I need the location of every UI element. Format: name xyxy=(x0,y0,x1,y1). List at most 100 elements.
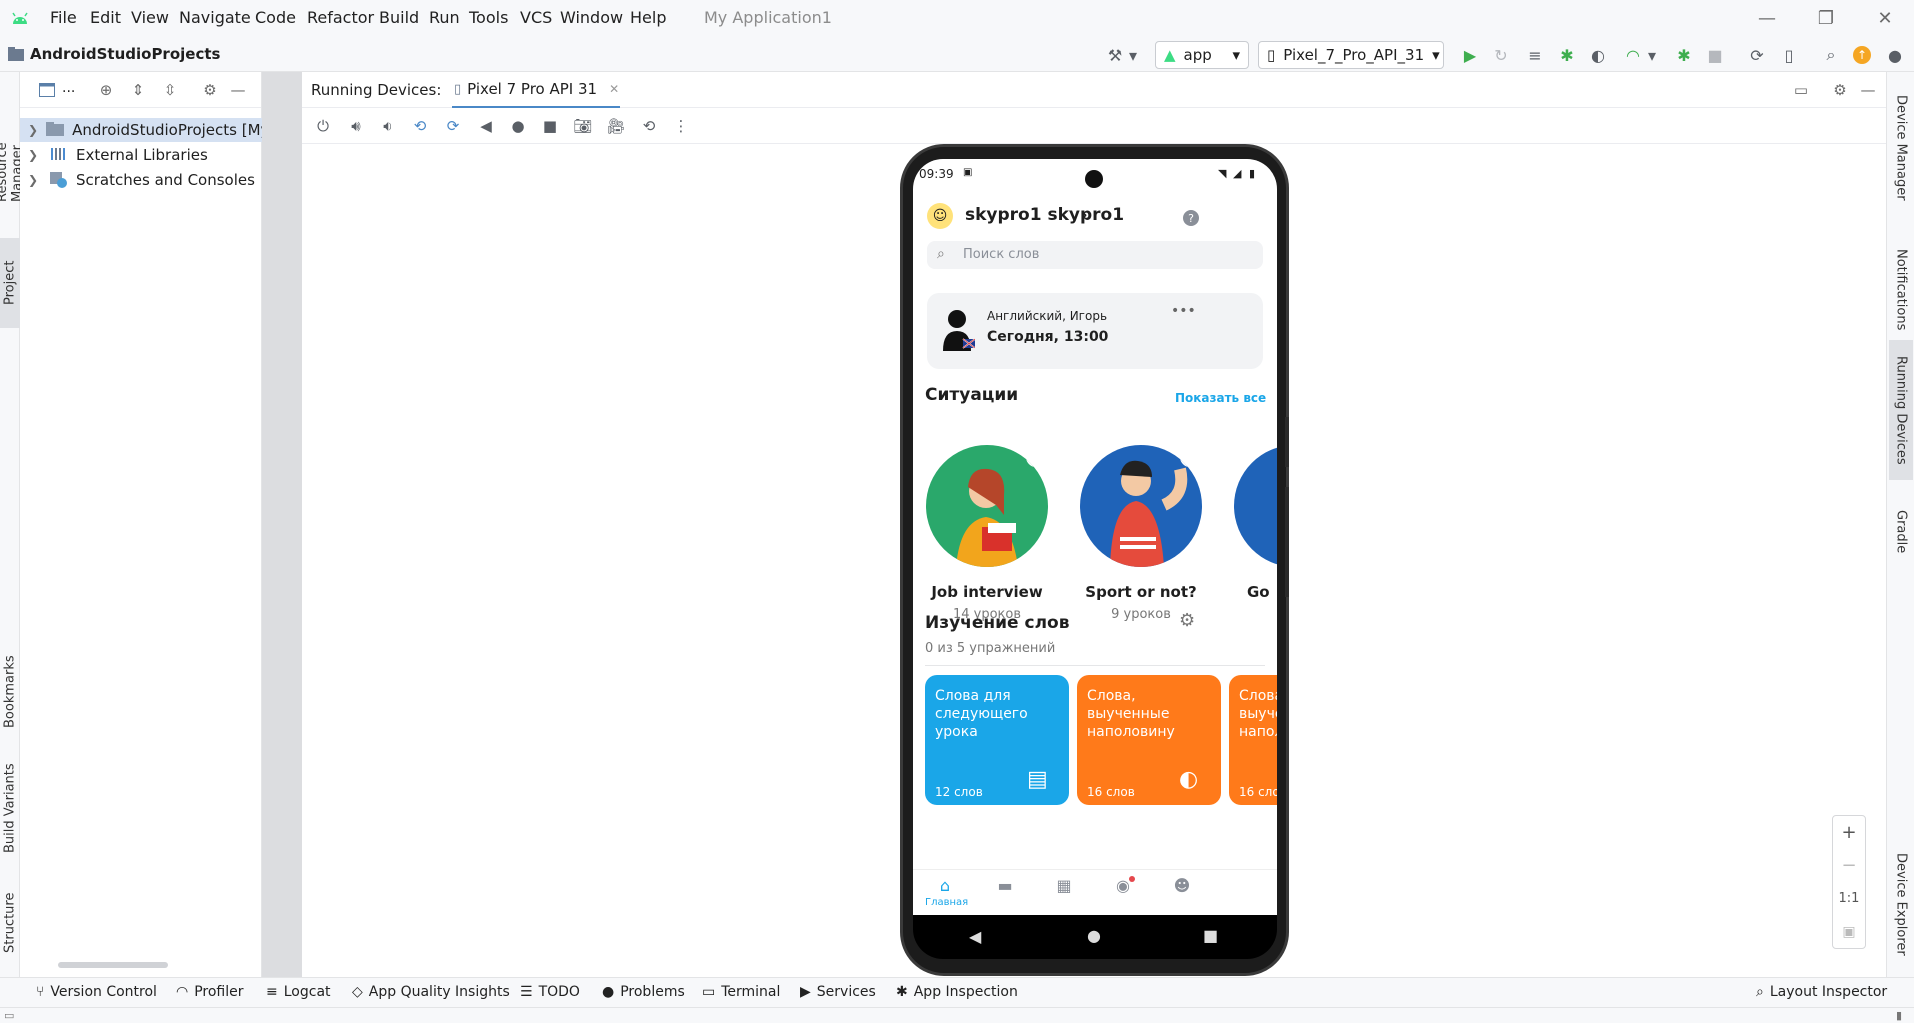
build-hammer-icon[interactable]: ⚒ xyxy=(1104,44,1126,66)
menu-build[interactable]: Build xyxy=(379,8,419,27)
search-input[interactable]: ⌕ Поиск слов xyxy=(927,241,1263,269)
debug-icon[interactable]: ✱ xyxy=(1556,44,1578,66)
device-screen[interactable]: 09:39 ▣ ◥ ◢ ▮ ☺ skypro1 skypro1 › ? ⌕ По… xyxy=(913,159,1277,915)
attach-process-icon[interactable]: ✱ xyxy=(1673,44,1695,66)
nav-calendar[interactable]: ▦ xyxy=(1044,876,1084,895)
show-all-link[interactable]: Показать все xyxy=(1175,391,1266,405)
sync-gradle-icon[interactable]: ⟳ xyxy=(1746,44,1768,66)
menu-navigate[interactable]: Navigate xyxy=(179,8,251,27)
chevron-right-icon[interactable]: ❯ xyxy=(28,148,42,162)
chevron-right-icon[interactable]: ❯ xyxy=(28,123,38,137)
tool-app-inspection[interactable]: ✱ App Inspection xyxy=(896,984,1018,1000)
close-icon[interactable]: ✕ xyxy=(1870,6,1900,30)
close-tab-icon[interactable]: ✕ xyxy=(609,82,619,96)
tree-item-scratches[interactable]: ❯ Scratches and Consoles xyxy=(20,168,262,192)
tool-tab-notifications[interactable]: Notifications xyxy=(1891,234,1911,346)
nav-courses[interactable]: ▬ xyxy=(985,876,1025,895)
chevron-down-icon[interactable]: ▾ xyxy=(1126,44,1140,66)
more-icon[interactable]: ••• xyxy=(1171,303,1196,319)
rotate-left-icon[interactable]: ⟲ xyxy=(409,115,431,137)
more-options-icon[interactable]: ⋮ xyxy=(670,115,692,137)
menu-edit[interactable]: Edit xyxy=(90,8,121,27)
project-breadcrumb[interactable]: AndroidStudioProjects xyxy=(30,45,220,63)
update-icon[interactable]: ↑ xyxy=(1853,46,1871,64)
menu-run[interactable]: Run xyxy=(429,8,460,27)
tool-tab-resource-manager[interactable]: Resource Manager xyxy=(0,82,25,202)
profile-name[interactable]: skypro1 skypro1 xyxy=(965,205,1124,225)
chevron-right-icon[interactable]: ❯ xyxy=(28,173,42,187)
situation-card-job-interview[interactable]: Job interview 14 уроков xyxy=(925,445,1049,622)
tool-tab-project[interactable]: Project xyxy=(0,238,20,328)
tool-tab-bookmarks[interactable]: Bookmarks xyxy=(0,642,20,742)
menu-help[interactable]: Help xyxy=(630,8,666,27)
back-icon[interactable]: ◀ xyxy=(969,927,981,946)
menu-file[interactable]: File xyxy=(50,8,77,27)
snapshot-icon[interactable]: ⟲ xyxy=(638,115,660,137)
home-icon[interactable]: ● xyxy=(507,115,529,137)
screenshot-icon[interactable]: 📷︎ xyxy=(572,115,594,137)
menu-vcs[interactable]: VCS xyxy=(520,8,552,27)
tool-logcat[interactable]: ≡ Logcat xyxy=(266,984,331,1000)
expand-all-icon[interactable]: ⇕ xyxy=(128,80,148,100)
apply-changes-icon[interactable]: ≡ xyxy=(1524,44,1546,66)
menu-refactor[interactable]: Refactor xyxy=(307,8,374,27)
chevron-right-icon[interactable]: › xyxy=(1081,205,1088,224)
locate-icon[interactable]: ⊕ xyxy=(96,80,116,100)
stop-icon[interactable]: ■ xyxy=(1704,44,1726,66)
situation-card-partial[interactable]: Go xyxy=(1233,445,1277,601)
restore-icon[interactable]: ❐ xyxy=(1811,6,1841,30)
tool-version-control[interactable]: ⑂ Version Control xyxy=(36,984,157,1000)
account-icon[interactable]: ● xyxy=(1884,44,1906,66)
gear-icon[interactable]: ⚙ xyxy=(1830,80,1850,100)
tool-tab-structure[interactable]: Structure xyxy=(0,878,20,968)
nav-home[interactable]: ⌂ Главная xyxy=(925,876,968,908)
search-icon[interactable]: ⌕ xyxy=(1820,44,1842,66)
gear-icon[interactable]: ⚙ xyxy=(1179,610,1195,631)
tree-item-project-root[interactable]: ❯ AndroidStudioProjects [My A xyxy=(20,118,262,142)
zoom-actual-size-button[interactable]: 1:1 xyxy=(1833,882,1865,915)
gear-icon[interactable]: ⚙ xyxy=(200,80,220,100)
project-view-icon[interactable] xyxy=(38,82,56,98)
tool-layout-inspector[interactable]: ⌕ Layout Inspector xyxy=(1756,984,1887,1000)
tool-services[interactable]: ▶ Services xyxy=(800,984,876,1000)
tool-tab-build-variants[interactable]: Build Variants xyxy=(0,752,20,864)
minimize-icon[interactable]: — xyxy=(1752,6,1782,30)
rerun-icon[interactable]: ↻ xyxy=(1490,44,1512,66)
overview-icon[interactable]: ■ xyxy=(539,115,561,137)
tool-tab-gradle[interactable]: Gradle xyxy=(1891,492,1911,572)
tool-profiler[interactable]: ◠ Profiler xyxy=(176,984,244,1000)
run-config-select[interactable]: ▲ app ▾ xyxy=(1155,41,1249,69)
collapse-all-icon[interactable]: ⇳ xyxy=(160,80,180,100)
horizontal-scrollbar[interactable] xyxy=(58,962,168,968)
help-icon[interactable]: ? xyxy=(1183,210,1199,226)
chevron-down-icon[interactable]: ▾ xyxy=(1645,44,1659,66)
device-select[interactable]: ▯ Pixel_7_Pro_API_31 ▾ xyxy=(1258,41,1444,69)
device-manager-icon[interactable]: ▯ xyxy=(1778,44,1800,66)
tree-item-external-libraries[interactable]: ❯ External Libraries xyxy=(20,143,262,167)
hide-panel-icon[interactable]: — xyxy=(228,80,248,100)
tool-todo[interactable]: ☰ TODO xyxy=(520,984,580,1000)
lesson-card[interactable]: Английский, Игорь Сегодня, 13:00 ••• xyxy=(927,293,1263,369)
menu-view[interactable]: View xyxy=(131,8,169,27)
tool-terminal[interactable]: ▭ Terminal xyxy=(702,984,780,1000)
status-toggle-icon[interactable]: ▭ xyxy=(4,1009,14,1022)
word-card-half-learned[interactable]: Слова, выученные наполовину 16 слов ◐ xyxy=(1077,675,1221,805)
tool-tab-device-explorer[interactable]: Device Explorer xyxy=(1891,840,1911,968)
profile-icon[interactable]: ◠ xyxy=(1622,44,1644,66)
back-icon[interactable]: ◀ xyxy=(475,115,497,137)
zoom-out-button[interactable]: − xyxy=(1833,849,1865,882)
word-card-next-lesson[interactable]: Слова для следующего урока 12 слов ▤ xyxy=(925,675,1069,805)
hide-panel-icon[interactable]: — xyxy=(1858,80,1878,100)
rotate-right-icon[interactable]: ⟳ xyxy=(442,115,464,137)
nav-chat[interactable]: ◉ xyxy=(1103,876,1143,895)
menu-code[interactable]: Code xyxy=(255,8,296,27)
window-mode-icon[interactable]: ▭ xyxy=(1791,80,1811,100)
run-icon[interactable]: ▶ xyxy=(1459,44,1481,66)
tool-tab-running-devices[interactable]: Running Devices xyxy=(1889,340,1913,480)
menu-window[interactable]: Window xyxy=(560,8,623,27)
volume-down-icon[interactable]: 🔉︎ xyxy=(377,115,399,137)
tool-app-quality-insights[interactable]: ◇ App Quality Insights xyxy=(352,984,510,1000)
word-card-partial[interactable]: Слова, выуче наполо 16 сло xyxy=(1229,675,1277,805)
tool-problems[interactable]: ● Problems xyxy=(602,984,685,1000)
tool-tab-device-manager[interactable]: Device Manager xyxy=(1891,84,1911,212)
